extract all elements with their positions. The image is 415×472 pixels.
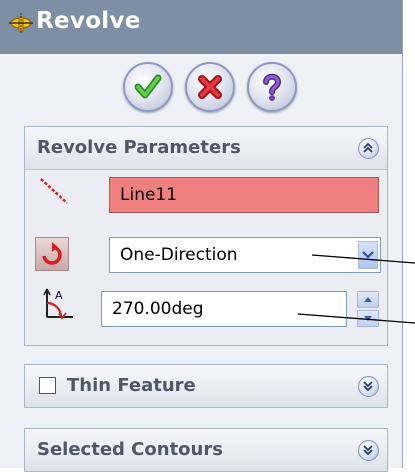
- callout-lines: [297, 254, 415, 324]
- callout-line-direction: [311, 254, 415, 264]
- callout-line-angle: [297, 313, 415, 324]
